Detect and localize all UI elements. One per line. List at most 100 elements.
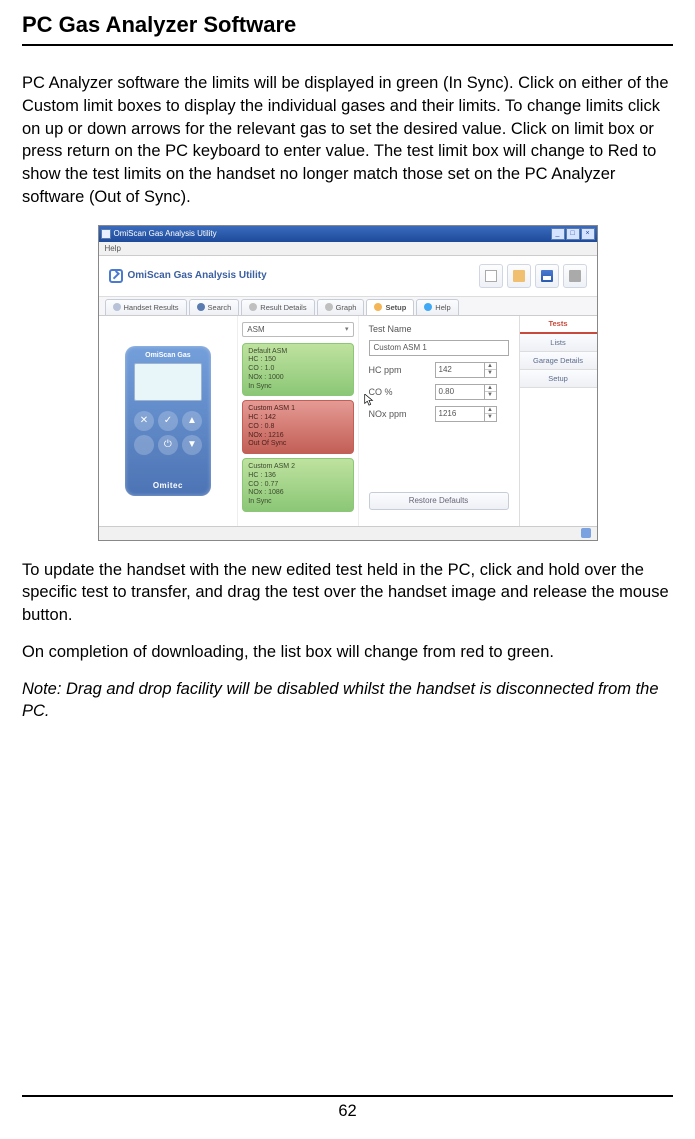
window-titlebar: OmiScan Gas Analysis Utility _ □ × <box>99 226 597 242</box>
print-icon <box>569 270 581 282</box>
limit-box-default-asm[interactable]: Default ASM HC : 150 CO : 1.0 NOx : 1000… <box>242 343 353 397</box>
action-print-button[interactable] <box>563 264 587 288</box>
handset-key-ok: ✓ <box>158 411 178 431</box>
side-panel: Tests Lists Garage Details Setup <box>519 316 597 526</box>
side-tab-setup[interactable]: Setup <box>520 370 597 388</box>
hc-down-arrow[interactable]: ▼ <box>485 370 496 377</box>
title-rule <box>22 44 673 46</box>
co-up-arrow[interactable]: ▲ <box>485 385 496 393</box>
brand: OmiScan Gas Analysis Utility <box>109 269 267 283</box>
limit-box-sync: In Sync <box>248 383 347 392</box>
handset-key-down: ▼ <box>182 435 202 455</box>
test-form: Test Name Custom ASM 1 HC ppm 142 ▲▼ CO … <box>359 316 519 526</box>
limit-box-custom-asm-1[interactable]: Custom ASM 1 HC : 142 CO : 0.8 NOx : 121… <box>242 400 353 454</box>
tab-search[interactable]: Search <box>189 299 240 315</box>
tab-help[interactable]: Help <box>416 299 458 315</box>
limit-box-co: CO : 1.0 <box>248 365 347 374</box>
page-number: 62 <box>0 1102 695 1121</box>
nox-down-arrow[interactable]: ▼ <box>485 414 496 421</box>
limit-box-hc: HC : 150 <box>248 356 347 365</box>
limit-box-co: CO : 0.8 <box>248 423 347 432</box>
tab-handset-results[interactable]: Handset Results <box>105 299 187 315</box>
app-window: OmiScan Gas Analysis Utility _ □ × Help … <box>98 225 598 541</box>
limit-box-sync: In Sync <box>248 498 347 507</box>
tab-setup[interactable]: Setup <box>366 299 414 315</box>
window-close-button[interactable]: × <box>581 228 595 240</box>
handset-key-x: ✕ <box>134 411 154 431</box>
action-open-button[interactable] <box>479 264 503 288</box>
limit-box-nox: NOx : 1086 <box>248 489 347 498</box>
action-folder-button[interactable] <box>507 264 531 288</box>
chevron-down-icon: ▾ <box>345 325 349 333</box>
co-down-arrow[interactable]: ▼ <box>485 392 496 399</box>
handset-screen <box>134 363 202 401</box>
hc-value: 142 <box>436 363 484 377</box>
hc-up-arrow[interactable]: ▲ <box>485 363 496 371</box>
limit-box-nox: NOx : 1216 <box>248 432 347 441</box>
footer-rule <box>22 1095 673 1097</box>
nox-value: 1216 <box>436 407 484 421</box>
limit-box-title: Custom ASM 2 <box>248 463 347 472</box>
nox-up-arrow[interactable]: ▲ <box>485 407 496 415</box>
page-title: PC Gas Analyzer Software <box>22 12 673 44</box>
setup-icon <box>374 303 382 311</box>
test-name-input[interactable]: Custom ASM 1 <box>369 340 509 356</box>
help-icon <box>424 303 432 311</box>
window-maximize-button[interactable]: □ <box>566 228 580 240</box>
handset-key-power: ⏻ <box>158 435 178 455</box>
window-minimize-button[interactable]: _ <box>551 228 565 240</box>
brand-text: OmiScan Gas Analysis Utility <box>128 270 267 281</box>
limit-box-nox: NOx : 1000 <box>248 374 347 383</box>
screenshot-figure: OmiScan Gas Analysis Utility _ □ × Help … <box>22 225 673 541</box>
tab-graph[interactable]: Graph <box>317 299 365 315</box>
search-icon <box>197 303 205 311</box>
save-icon <box>541 270 553 282</box>
tab-label: Handset Results <box>124 303 179 312</box>
header-panel: OmiScan Gas Analysis Utility <box>99 256 597 297</box>
handset-icon <box>113 303 121 311</box>
test-group-select[interactable]: ASM ▾ <box>242 322 353 337</box>
co-spinner[interactable]: 0.80 ▲▼ <box>435 384 497 400</box>
handset-image[interactable]: OmiScan Gas ✕ ✓ ▲ ⏻ ▼ Omitec <box>125 346 211 496</box>
limit-box-hc: HC : 136 <box>248 472 347 481</box>
test-group-label-text: ASM <box>247 325 264 334</box>
folder-icon <box>513 270 525 282</box>
handset-keypad: ✕ ✓ ▲ ⏻ ▼ <box>134 411 202 455</box>
paragraph-2: To update the handset with the new edite… <box>22 559 673 627</box>
restore-defaults-button[interactable]: Restore Defaults <box>369 492 509 510</box>
side-tab-lists[interactable]: Lists <box>520 334 597 352</box>
side-tab-garage-details[interactable]: Garage Details <box>520 352 597 370</box>
status-bar <box>99 526 597 540</box>
hc-label: HC ppm <box>369 365 429 375</box>
window-title-text: OmiScan Gas Analysis Utility <box>114 229 217 238</box>
action-save-button[interactable] <box>535 264 559 288</box>
tab-label: Search <box>208 303 232 312</box>
limit-list: ASM ▾ Default ASM HC : 150 CO : 1.0 NOx … <box>238 316 358 526</box>
tab-label: Graph <box>336 303 357 312</box>
limit-box-hc: HC : 142 <box>248 414 347 423</box>
tab-result-details[interactable]: Result Details <box>241 299 314 315</box>
menubar: Help <box>99 242 597 256</box>
limit-box-sync: Out Of Sync <box>248 440 347 449</box>
paragraph-4-note: Note: Drag and drop facility will be dis… <box>22 678 673 724</box>
tab-label: Setup <box>385 303 406 312</box>
paragraph-3: On completion of downloading, the list b… <box>22 641 673 664</box>
test-name-label: Test Name <box>369 324 429 334</box>
graph-icon <box>325 303 333 311</box>
hc-spinner[interactable]: 142 ▲▼ <box>435 362 497 378</box>
nox-label: NOx ppm <box>369 409 429 419</box>
handset-pane: OmiScan Gas ✕ ✓ ▲ ⏻ ▼ Omitec <box>99 316 239 526</box>
nox-spinner[interactable]: 1216 ▲▼ <box>435 406 497 422</box>
tab-label: Help <box>435 303 450 312</box>
side-tab-tests[interactable]: Tests <box>520 316 597 334</box>
co-label: CO % <box>369 387 429 397</box>
limit-box-custom-asm-2[interactable]: Custom ASM 2 HC : 136 CO : 0.77 NOx : 10… <box>242 458 353 512</box>
menu-help[interactable]: Help <box>105 244 121 253</box>
brand-check-icon <box>109 269 123 283</box>
details-icon <box>249 303 257 311</box>
handset-brand-top: OmiScan Gas <box>145 352 191 359</box>
tab-label: Result Details <box>260 303 306 312</box>
limit-box-title: Default ASM <box>248 348 347 357</box>
content-area: OmiScan Gas ✕ ✓ ▲ ⏻ ▼ Omitec ASM <box>99 316 597 526</box>
right-column: Test Name Custom ASM 1 HC ppm 142 ▲▼ CO … <box>359 316 597 526</box>
